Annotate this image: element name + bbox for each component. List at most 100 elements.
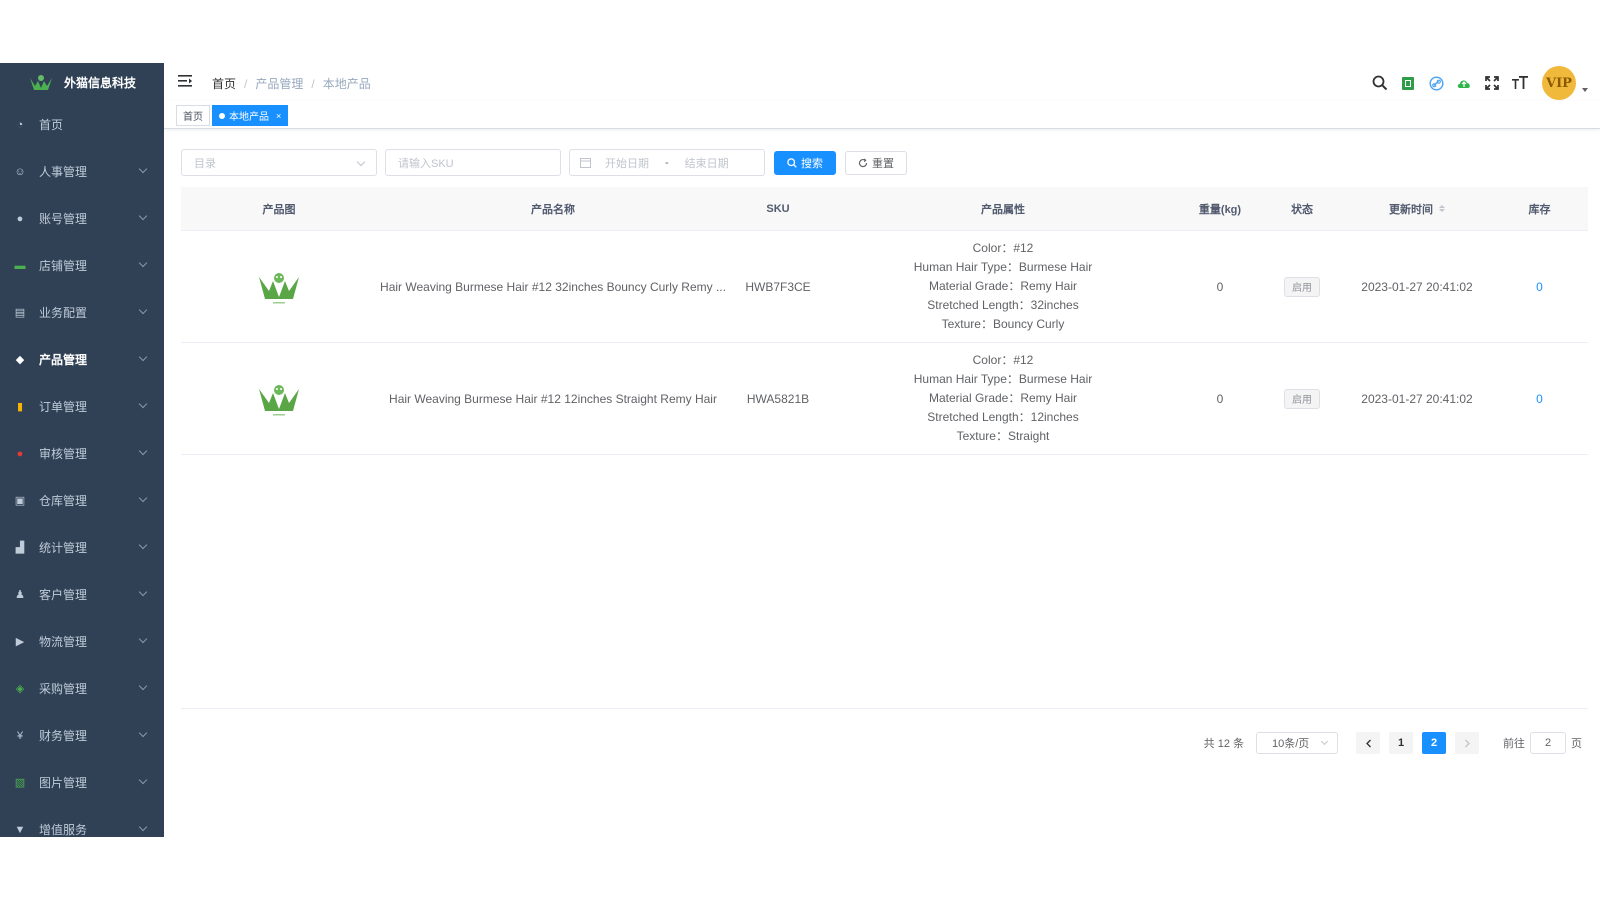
product-image[interactable] <box>253 379 305 419</box>
page-size-select[interactable]: 10条/页 <box>1256 732 1338 754</box>
sidebar-item[interactable]: ● 审核管理 <box>0 430 164 477</box>
product-weight: 0 <box>1216 279 1224 294</box>
updated-time: 2023-01-27 20:41:02 <box>1361 391 1473 406</box>
close-icon[interactable]: × <box>276 111 281 121</box>
page-button-2[interactable]: 2 <box>1422 732 1446 754</box>
hamburger-icon[interactable] <box>178 75 192 87</box>
table-divider <box>181 708 1588 709</box>
reset-button-label: 重置 <box>872 157 894 170</box>
tag-home[interactable]: 首页 <box>176 105 210 126</box>
sort-icon[interactable] <box>1439 205 1445 212</box>
link-icon[interactable] <box>1422 68 1450 98</box>
sidebar-item-label: 人事管理 <box>39 165 88 179</box>
sidebar-item[interactable]: ▧ 图片管理 <box>0 759 164 806</box>
chevron-down-icon[interactable] <box>1582 88 1588 92</box>
active-dot-icon <box>219 112 225 119</box>
next-page-button[interactable] <box>1455 732 1479 754</box>
column-header-name: 产品名称 <box>531 203 575 216</box>
prev-page-button[interactable] <box>1356 732 1380 754</box>
goto-page-input[interactable]: 2 <box>1530 732 1566 754</box>
column-header-sku: SKU <box>766 202 790 215</box>
sidebar-item[interactable]: ◔ 首页 <box>0 101 164 148</box>
excel-icon[interactable] <box>1394 68 1422 98</box>
catalog-select[interactable]: 目录 <box>181 149 377 176</box>
sidebar-item-label: 财务管理 <box>39 729 88 743</box>
date-range-picker[interactable]: 开始日期 - 结束日期 <box>569 149 765 176</box>
sidebar-item[interactable]: ● 账号管理 <box>0 195 164 242</box>
chevron-down-icon <box>138 681 148 691</box>
table-row[interactable]: Hair Weaving Burmese Hair #12 32inches B… <box>181 231 1588 343</box>
brand-name: 外猫信息科技 <box>64 75 137 90</box>
sidebar-item[interactable]: ▶ 物流管理 <box>0 618 164 665</box>
breadcrumb-product-management: 产品管理 <box>255 77 304 91</box>
catalog-placeholder: 目录 <box>194 157 216 170</box>
attribute-line: Human Hair Type：Burmese Hair <box>913 260 1093 274</box>
end-date-placeholder: 结束日期 <box>684 157 729 170</box>
tag-local-products[interactable]: 本地产品 × <box>212 105 289 126</box>
sidebar-item[interactable]: ▣ 仓库管理 <box>0 477 164 524</box>
sidebar-item-label: 审核管理 <box>39 447 88 461</box>
sidebar-item[interactable]: ◈ 采购管理 <box>0 665 164 712</box>
main-area: 首页 / 产品管理 / 本地产品 VIP 首页 本地产品 × 目录 请输入SKU… <box>164 63 1600 837</box>
stock-link[interactable]: 0 <box>1491 392 1588 406</box>
product-table: 产品图 产品名称 SKU 产品属性 重量(kg) 状态 更新时间 库存 Hair… <box>181 187 1588 455</box>
chevron-right-icon <box>1464 739 1470 747</box>
column-header-status: 状态 <box>1291 203 1313 216</box>
product-attributes: Color：#12 Human Hair Type：Burmese Hair Mat… <box>827 351 1179 446</box>
document-icon: ▤ <box>14 307 26 319</box>
font-size-icon[interactable] <box>1506 68 1534 98</box>
sidebar-item[interactable]: ☺ 人事管理 <box>0 148 164 195</box>
sidebar-item[interactable]: ▼ 增值服务 <box>0 806 164 837</box>
sidebar-item[interactable]: ▤ 业务配置 <box>0 289 164 336</box>
order-icon: ▮ <box>16 401 24 413</box>
chevron-down-icon <box>138 399 148 409</box>
breadcrumb-home[interactable]: 首页 <box>212 75 236 92</box>
search-button[interactable]: 搜索 <box>774 150 836 175</box>
warehouse-icon: ▣ <box>14 495 26 507</box>
sidebar-item[interactable]: ▬ 店铺管理 <box>0 242 164 289</box>
app-frame: 外猫信息科技 ◔ 首页 ☺ 人事管理 ● 账号管理 ▬ 店铺管理 ▤ 业务配置 ◆ 产品管理 ▮ 订单管理… <box>0 63 1600 837</box>
chevron-down-icon <box>138 822 148 832</box>
fullscreen-icon[interactable] <box>1478 68 1506 98</box>
product-name[interactable]: Hair Weaving Burmese Hair #12 32inches B… <box>377 280 729 294</box>
column-header-stock: 库存 <box>1528 203 1551 216</box>
sku-placeholder: 请输入SKU <box>398 157 454 170</box>
chevron-down-icon <box>1320 737 1329 746</box>
sidebar-item[interactable]: ♟ 客户管理 <box>0 571 164 618</box>
attribute-line: Color：#12 <box>972 353 1034 367</box>
sidebar-item-label: 物流管理 <box>39 635 88 649</box>
cart-icon: ▼ <box>14 823 26 836</box>
page-button-1[interactable]: 1 <box>1389 732 1413 754</box>
attribute-line: Texture：Straight <box>956 429 1050 443</box>
table-row[interactable]: Hair Weaving Burmese Hair #12 12inches S… <box>181 343 1588 455</box>
sku-input[interactable]: 请输入SKU <box>385 149 561 176</box>
chevron-down-icon <box>138 540 148 550</box>
sidebar-item-label: 账号管理 <box>39 212 88 226</box>
brand[interactable]: 外猫信息科技 <box>0 63 164 101</box>
audit-user-icon: ● <box>16 447 24 460</box>
column-header-updated-label: 更新时间 <box>1389 203 1433 216</box>
sidebar-menu: ◔ 首页 ☺ 人事管理 ● 账号管理 ▬ 店铺管理 ▤ 业务配置 ◆ 产品管理 ▮ 订单管理 ● 审核管理 ▣ 仓… <box>0 101 164 837</box>
column-header-updated[interactable]: 更新时间 <box>1343 201 1491 217</box>
sidebar-item[interactable]: ¥ 财务管理 <box>0 712 164 759</box>
updated-time: 2023-01-27 20:41:02 <box>1361 279 1473 294</box>
table-body: Hair Weaving Burmese Hair #12 32inches B… <box>181 231 1588 455</box>
sidebar-item[interactable]: ▮ 订单管理 <box>0 383 164 430</box>
pagination-total: 共 12 条 <box>1203 738 1244 750</box>
stock-link[interactable]: 0 <box>1491 280 1588 294</box>
attribute-line: Texture：Bouncy Curly <box>941 317 1065 331</box>
product-image[interactable] <box>253 267 305 307</box>
status-badge: 启用 <box>1284 276 1320 297</box>
product-name[interactable]: Hair Weaving Burmese Hair #12 12inches S… <box>377 392 729 406</box>
sidebar-item[interactable]: ◆ 产品管理 <box>0 336 164 383</box>
sidebar-item-label: 订单管理 <box>39 400 88 414</box>
status-badge: 启用 <box>1284 388 1320 409</box>
sidebar-item[interactable]: ▟ 统计管理 <box>0 524 164 571</box>
reset-button[interactable]: 重置 <box>845 150 907 175</box>
goto-label: 前往 <box>1503 738 1525 750</box>
avatar[interactable]: VIP <box>1542 66 1576 100</box>
truck-icon: ▶ <box>15 636 25 648</box>
cloud-icon[interactable] <box>1450 68 1478 98</box>
search-icon[interactable] <box>1366 68 1394 98</box>
chevron-down-icon <box>138 211 148 221</box>
